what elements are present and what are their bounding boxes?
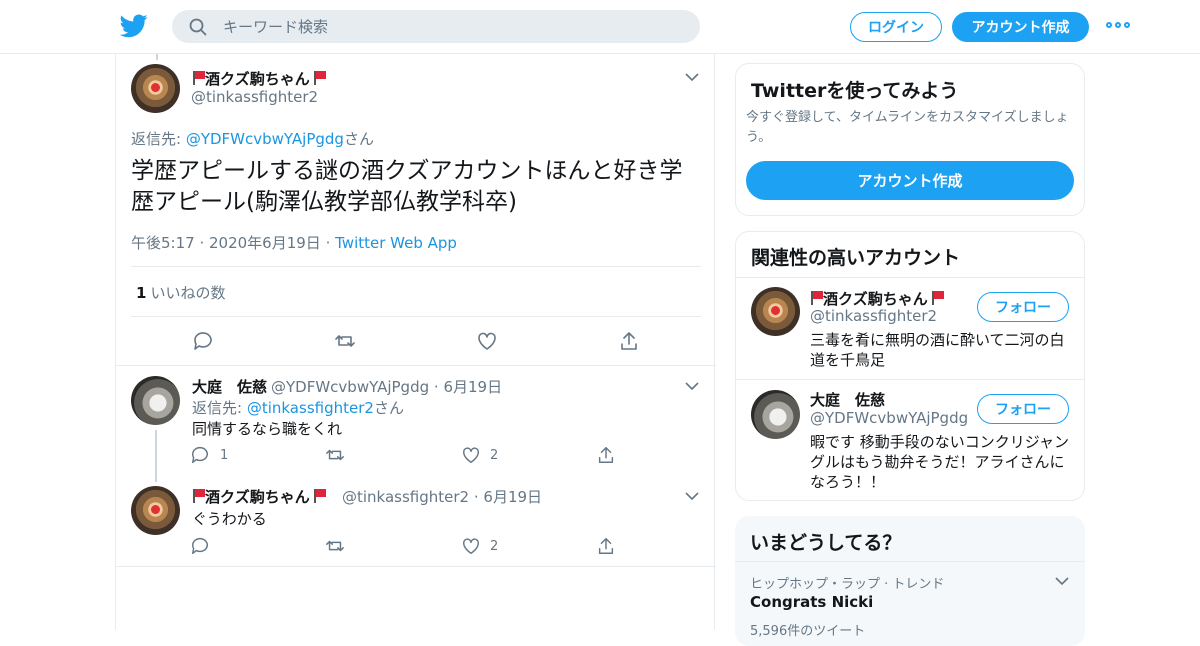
- reply-text: ぐうわかる: [192, 510, 267, 528]
- reply-handle[interactable]: @YDFWcvbwYAjPgdg: [271, 378, 429, 396]
- trends-title: いまどうしてる？: [750, 532, 902, 554]
- avatar[interactable]: [131, 376, 180, 425]
- divider: [116, 365, 716, 366]
- more-options-icon[interactable]: [1106, 22, 1130, 28]
- follow-button[interactable]: フォロー: [977, 292, 1069, 322]
- reply-to-line: 返信先: @tinkassfighter2さん: [192, 397, 404, 418]
- chevron-down-icon[interactable]: [1055, 576, 1069, 586]
- retweet-icon[interactable]: [325, 536, 345, 556]
- reply-to-link[interactable]: @tinkassfighter2: [247, 399, 374, 417]
- follow-button[interactable]: フォロー: [977, 394, 1069, 424]
- divider: [736, 379, 1084, 380]
- reply-count: 1: [220, 448, 229, 463]
- tweet-date[interactable]: 2020年6月19日: [209, 234, 321, 252]
- signup-promo-card: Twitterを使ってみよう 今すぐ登録して、タイムラインをカスタマイズしましょ…: [735, 63, 1085, 216]
- red-flag-icon: [810, 291, 823, 305]
- avatar[interactable]: [751, 287, 800, 336]
- tweet-text: 学歴アピールする謎の酒クズアカウントほんと好き学歴アピール(駒澤仏教学部仏教学科…: [131, 158, 683, 215]
- reply-prefix: 返信先:: [131, 130, 186, 148]
- divider: [131, 316, 701, 317]
- avatar[interactable]: [751, 390, 800, 439]
- divider: [131, 266, 701, 267]
- reply-suffix: さん: [373, 399, 404, 417]
- reply-suffix: さん: [343, 130, 374, 148]
- like-heart-icon[interactable]: [476, 330, 498, 352]
- reply-icon[interactable]: [190, 445, 210, 465]
- share-icon[interactable]: [596, 445, 616, 465]
- retweet-icon[interactable]: [334, 330, 356, 352]
- share-icon[interactable]: [596, 536, 616, 556]
- chevron-down-icon[interactable]: [685, 491, 699, 501]
- retweet-icon[interactable]: [325, 445, 345, 465]
- promo-subtitle: 今すぐ登録して、タイムラインをカスタマイズしましょう。: [746, 110, 1069, 145]
- account-bio: 暇です 移動手段のないコンクリジャングルはもう勘弁そうだ！アライさんになろう！！: [810, 433, 1070, 491]
- account-handle[interactable]: @tinkassfighter2: [810, 307, 937, 325]
- red-flag-icon: [313, 489, 326, 503]
- trends-card: いまどうしてる？ ヒップホップ・ラップ · トレンド Congrats Nick…: [735, 516, 1085, 646]
- likes-stat[interactable]: 1 いいねの数: [136, 282, 225, 303]
- top-navigation-bar: ログイン アカウント作成: [0, 0, 1200, 54]
- chevron-down-icon[interactable]: [685, 381, 699, 391]
- author-display-name[interactable]: 酒クズ駒ちゃん: [192, 68, 326, 89]
- red-flag-icon: [931, 291, 944, 305]
- red-flag-icon: [313, 71, 326, 85]
- search-bar[interactable]: [172, 10, 700, 43]
- tweet-time[interactable]: 午後5:17: [131, 234, 195, 252]
- related-accounts-card: 関連性の高いアカウント 酒クズ駒ちゃん @tinkassfighter2 フォロ…: [735, 231, 1085, 501]
- reply-author-name-text: 酒クズ駒ちゃん: [205, 488, 310, 506]
- search-icon: [189, 18, 207, 35]
- promo-signup-button[interactable]: アカウント作成: [746, 161, 1074, 200]
- likes-count: 1: [136, 284, 147, 302]
- tweet-source-link[interactable]: Twitter Web App: [335, 234, 457, 252]
- red-flag-icon: [192, 489, 205, 503]
- avatar[interactable]: [131, 486, 180, 535]
- account-handle[interactable]: @YDFWcvbwYAjPgdg: [810, 409, 968, 427]
- like-count: 2: [490, 448, 499, 463]
- reply-text: 同情するなら職をくれ: [192, 420, 343, 438]
- reply-handle[interactable]: @tinkassfighter2: [342, 488, 469, 506]
- red-flag-icon: [192, 71, 205, 85]
- avatar[interactable]: [131, 64, 180, 113]
- reply-handle-date[interactable]: @tinkassfighter2 · 6月19日: [342, 486, 542, 507]
- reply-icon[interactable]: [192, 330, 214, 352]
- chevron-down-icon[interactable]: [685, 72, 699, 82]
- divider: [116, 566, 716, 567]
- account-name[interactable]: 酒クズ駒ちゃん: [810, 288, 944, 309]
- author-handle[interactable]: @tinkassfighter2: [191, 88, 318, 106]
- like-count: 2: [490, 539, 499, 554]
- trend-name[interactable]: Congrats Nicki: [750, 593, 873, 611]
- reply-prefix: 返信先:: [192, 399, 247, 417]
- reply-to-link[interactable]: @YDFWcvbwYAjPgdg: [186, 130, 344, 148]
- thread-connector-line: [155, 430, 157, 482]
- twitter-bird-icon[interactable]: [120, 13, 148, 39]
- share-icon[interactable]: [618, 330, 640, 352]
- author-name-text: 酒クズ駒ちゃん: [205, 70, 310, 88]
- thread-connector-line: [156, 54, 158, 60]
- reply-author-name[interactable]: 大庭 佐慈: [192, 376, 267, 397]
- like-heart-icon[interactable]: [461, 536, 481, 556]
- reply-to-line: 返信先: @YDFWcvbwYAjPgdgさん: [131, 128, 374, 149]
- reply-date[interactable]: 6月19日: [483, 488, 542, 506]
- login-button[interactable]: ログイン: [850, 12, 942, 42]
- tweet-meta: 午後5:17 · 2020年6月19日 · Twitter Web App: [131, 234, 457, 252]
- trend-category: ヒップホップ・ラップ · トレンド: [750, 577, 945, 592]
- signup-button[interactable]: アカウント作成: [952, 12, 1089, 42]
- related-title: 関連性の高いアカウント: [751, 247, 961, 269]
- reply-icon[interactable]: [190, 536, 210, 556]
- reply-author-name[interactable]: 酒クズ駒ちゃん: [192, 486, 326, 507]
- likes-label: いいねの数: [150, 284, 226, 302]
- divider: [735, 561, 1085, 562]
- account-name-text: 酒クズ駒ちゃん: [823, 290, 928, 308]
- like-heart-icon[interactable]: [461, 445, 481, 465]
- account-name[interactable]: 大庭 佐慈: [810, 389, 885, 410]
- promo-title: Twitterを使ってみよう: [751, 80, 959, 102]
- account-bio: 三毒を肴に無明の酒に酔いて二河の白道を千鳥足: [810, 331, 1065, 369]
- reply-date[interactable]: 6月19日: [443, 378, 502, 396]
- tweet-thread: 酒クズ駒ちゃん @tinkassfighter2 返信先: @YDFWcvbwY…: [115, 54, 716, 630]
- search-input[interactable]: [223, 17, 663, 36]
- reply-handle-date[interactable]: @YDFWcvbwYAjPgdg · 6月19日: [271, 376, 502, 397]
- divider: [736, 277, 1084, 278]
